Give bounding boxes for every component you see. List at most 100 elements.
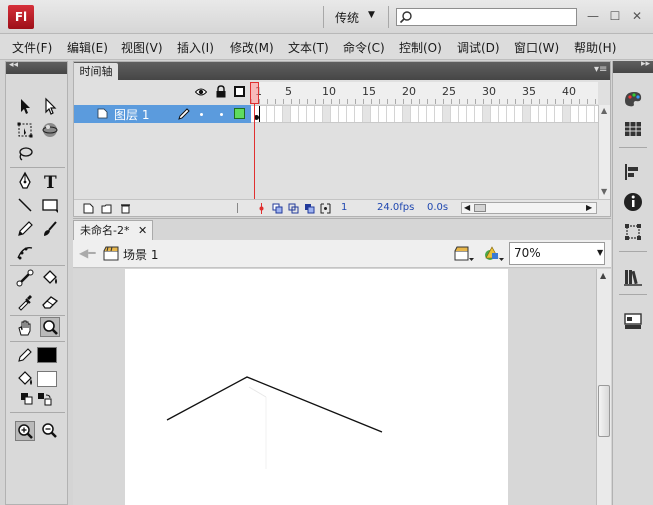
library-panel-icon[interactable] — [621, 265, 645, 289]
selection-tool-icon[interactable] — [15, 96, 35, 116]
scroll-up-icon[interactable]: ▲ — [601, 106, 607, 115]
eye-icon[interactable] — [195, 86, 207, 98]
new-layer-icon[interactable] — [83, 203, 94, 214]
subselection-tool-icon[interactable] — [40, 96, 60, 116]
maximize-icon[interactable]: ☐ — [607, 8, 623, 24]
lock-icon[interactable] — [215, 85, 227, 98]
playhead[interactable] — [250, 82, 259, 104]
text-tool-icon[interactable]: T — [40, 171, 60, 191]
rectangle-tool-icon[interactable] — [40, 195, 60, 215]
onion-skin-outlines-icon[interactable] — [288, 203, 299, 214]
pasteboard[interactable] — [73, 269, 596, 505]
workspace-switcher[interactable]: 传统 — [335, 9, 359, 26]
collapse-icon[interactable]: ◂◂ — [9, 60, 18, 70]
zoom-in-icon[interactable] — [15, 421, 35, 441]
center-frame-icon[interactable] — [256, 203, 267, 214]
menu-commands[interactable]: 命令(C) — [343, 39, 385, 56]
tab-timeline[interactable]: 时间轴 — [74, 63, 118, 80]
panel-dock-header[interactable]: ▸▸ — [613, 59, 653, 73]
layer-row[interactable]: 图层 1 — [74, 105, 251, 123]
stage-vertical-scrollbar[interactable]: ▲ — [596, 269, 611, 505]
lasso-tool-icon[interactable] — [15, 144, 35, 164]
components-panel-icon[interactable] — [621, 309, 645, 333]
expand-icon[interactable]: ▸▸ — [641, 59, 650, 69]
help-search-box[interactable] — [396, 8, 577, 26]
tab-untitled-2[interactable]: 未命名-2* ✕ — [73, 220, 153, 241]
onion-skin-icon[interactable] — [272, 203, 283, 214]
stroke-color-swatch[interactable] — [37, 347, 57, 363]
pencil-tool-icon[interactable] — [15, 219, 35, 239]
back-arrow-icon[interactable]: ◀━ — [79, 246, 95, 260]
color-panel-icon[interactable] — [621, 87, 645, 111]
edit-multiple-frames-icon[interactable] — [304, 203, 315, 214]
pen-tool-icon[interactable] — [15, 171, 35, 191]
frame-ruler[interactable]: 1 5 10 15 20 25 30 35 40 — [251, 82, 598, 104]
scroll-thumb[interactable] — [598, 385, 610, 437]
scroll-up-icon[interactable]: ▲ — [600, 271, 606, 280]
menu-window[interactable]: 窗口(W) — [514, 39, 559, 56]
zoom-out-icon[interactable] — [40, 421, 60, 441]
panel-menu-icon[interactable]: ▾≡ — [594, 64, 607, 75]
hand-tool-icon[interactable] — [15, 318, 35, 338]
scroll-down-icon[interactable]: ▼ — [601, 187, 607, 196]
line-tool-icon[interactable] — [15, 195, 35, 215]
scroll-thumb[interactable] — [474, 204, 486, 212]
close-tab-icon[interactable]: ✕ — [138, 221, 147, 240]
info-panel-icon[interactable] — [621, 190, 645, 214]
drawn-roof-shape[interactable] — [125, 269, 508, 505]
frame-cell — [491, 106, 499, 122]
search-input[interactable] — [415, 9, 575, 25]
transform-panel-icon[interactable] — [621, 220, 645, 244]
timeline-vertical-scrollbar[interactable]: ▲ ▼ — [598, 105, 610, 199]
fill-color-swatch[interactable] — [37, 371, 57, 387]
scroll-right-icon[interactable]: ▶ — [586, 203, 592, 212]
visibility-dot[interactable] — [200, 113, 203, 116]
edit-scene-icon[interactable] — [453, 244, 475, 264]
layer-outline-color[interactable] — [234, 108, 245, 119]
menu-debug[interactable]: 调试(D) — [457, 39, 500, 56]
layer-name[interactable]: 图层 1 — [114, 106, 149, 123]
frame-cells[interactable] — [251, 105, 598, 123]
menu-insert[interactable]: 插入(I) — [177, 39, 214, 56]
lock-dot[interactable] — [220, 113, 223, 116]
menu-modify[interactable]: 修改(M) — [230, 39, 274, 56]
ruler-tick — [379, 99, 380, 104]
modify-onion-markers-icon[interactable] — [320, 203, 331, 214]
close-window-icon[interactable]: ✕ — [629, 8, 645, 24]
menu-help[interactable]: 帮助(H) — [574, 39, 616, 56]
delete-layer-icon[interactable] — [120, 203, 131, 214]
frame-rate[interactable]: 24.0fps — [377, 202, 414, 213]
menu-control[interactable]: 控制(O) — [399, 39, 442, 56]
menu-file[interactable]: 文件(F) — [12, 39, 52, 56]
stage-canvas[interactable] — [125, 269, 508, 505]
eyedropper-tool-icon[interactable] — [15, 292, 35, 312]
chevron-down-icon[interactable]: ▼ — [597, 248, 603, 257]
fill-color-icon[interactable] — [15, 369, 35, 389]
menu-view[interactable]: 视图(V) — [121, 39, 163, 56]
outline-toggle-icon[interactable] — [234, 86, 245, 97]
edit-symbols-icon[interactable] — [483, 244, 505, 264]
zoom-select[interactable]: 70% — [509, 242, 605, 265]
menu-edit[interactable]: 编辑(E) — [67, 39, 108, 56]
align-panel-icon[interactable] — [621, 160, 645, 184]
brush-tool-icon[interactable] — [40, 219, 60, 239]
ruler-tick — [259, 99, 260, 104]
paint-bucket-tool-icon[interactable] — [40, 268, 60, 288]
stroke-color-icon[interactable] — [15, 345, 35, 365]
swatches-panel-icon[interactable] — [621, 117, 645, 141]
workspace-dropdown-icon[interactable]: ▼ — [368, 10, 375, 20]
bone-tool-icon[interactable] — [15, 268, 35, 288]
scroll-left-icon[interactable]: ◀ — [464, 203, 470, 212]
3d-rotation-tool-icon[interactable] — [40, 120, 60, 140]
swap-colors-icon[interactable] — [37, 392, 53, 406]
deco-tool-icon[interactable] — [15, 243, 35, 263]
timeline-horizontal-scrollbar[interactable]: ◀ ▶ — [461, 202, 597, 214]
menu-text[interactable]: 文本(T) — [288, 39, 329, 56]
tools-panel-header[interactable]: ◂◂ — [6, 60, 67, 74]
new-folder-icon[interactable] — [101, 203, 112, 214]
eraser-tool-icon[interactable] — [40, 292, 60, 312]
black-white-icon[interactable] — [20, 392, 34, 406]
zoom-tool-icon[interactable] — [40, 317, 60, 337]
free-transform-tool-icon[interactable] — [15, 120, 35, 140]
minimize-icon[interactable]: — — [585, 8, 601, 24]
